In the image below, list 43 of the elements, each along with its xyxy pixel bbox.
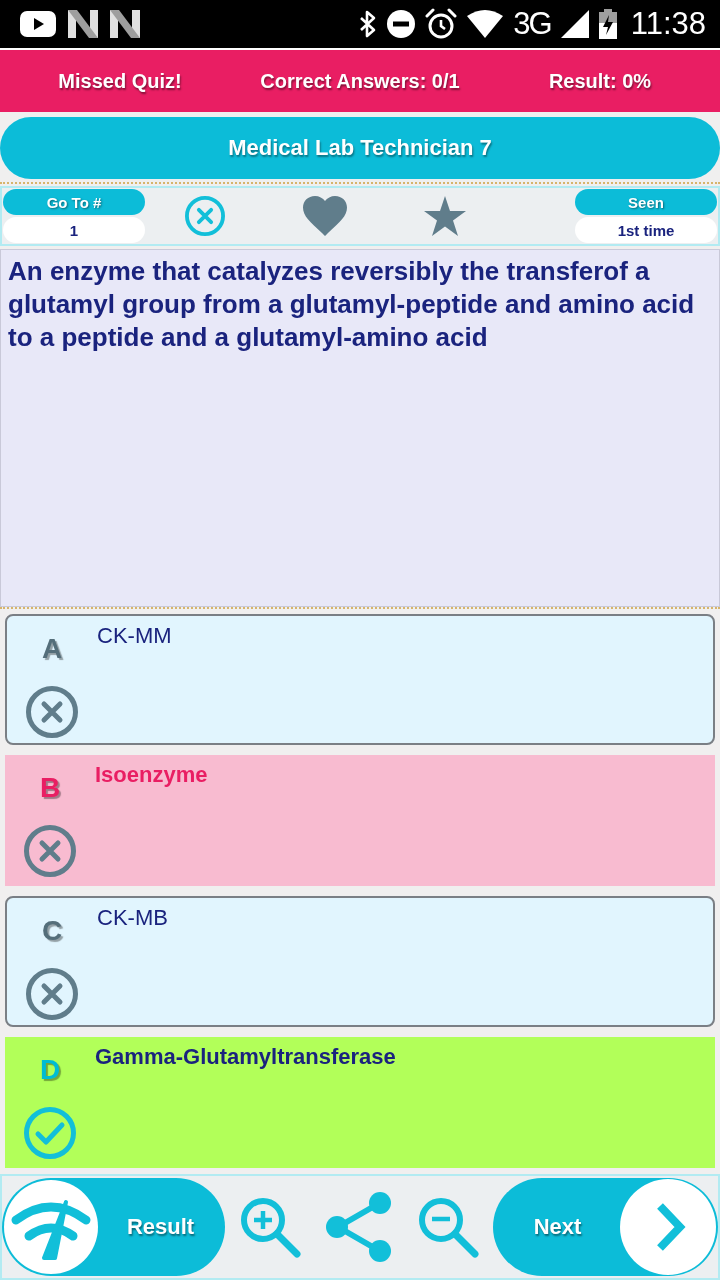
status-time: 11:38 (630, 6, 706, 42)
seen-label: Seen (575, 189, 717, 215)
quiz-title: Medical Lab Technician 7 (0, 117, 720, 179)
n-logo-icon (110, 10, 140, 38)
option-text: CK-MM (97, 622, 173, 650)
question-text: An enzyme that catalyzes reversibly the transferof a glutamyl group from a glutamyl-peptide and amino acid to a peptide and a glutamyl-amino acid (8, 255, 696, 354)
goto-label: Go To # (3, 189, 145, 215)
option-text: CK-MB (97, 904, 169, 932)
seen-count: 1st time (575, 217, 717, 243)
wifi-icon (467, 10, 504, 38)
zoom-in-icon[interactable] (238, 1196, 301, 1258)
x-circle-icon (26, 686, 78, 738)
network-type: 3G (513, 6, 551, 42)
cell-signal-icon (560, 10, 589, 38)
x-circle-icon (24, 825, 76, 877)
option-text: Isoenzyme (95, 761, 209, 789)
close-icon[interactable] (185, 196, 225, 236)
gauge-icon (4, 1180, 98, 1274)
correct-answers: Correct Answers: 0/1 (260, 69, 460, 93)
chevron-right-icon (620, 1179, 716, 1275)
alarm-clock-icon (425, 8, 458, 40)
option-letter: A (41, 632, 63, 666)
check-circle-icon (24, 1107, 76, 1159)
n-logo-icon (68, 10, 98, 38)
zoom-out-icon[interactable] (417, 1196, 480, 1258)
share-icon[interactable] (326, 1192, 392, 1262)
option-letter: B (39, 771, 61, 805)
quiz-status: Missed Quiz! (58, 69, 182, 93)
x-circle-icon (26, 968, 78, 1020)
result-percent: Result: 0% (548, 69, 652, 93)
star-icon[interactable] (424, 196, 466, 236)
option-text: Gamma-Glutamyltransferase (95, 1043, 397, 1071)
heart-icon[interactable] (303, 196, 347, 236)
battery-charging-icon (598, 9, 617, 39)
answer-option[interactable]: C CK-MB (5, 896, 715, 1027)
option-letter: C (41, 914, 63, 948)
do-not-disturb-icon (387, 10, 416, 38)
answer-option[interactable]: A CK-MM (5, 614, 715, 745)
goto-field[interactable]: 1 (3, 217, 145, 243)
play-logo-icon (20, 11, 56, 37)
answer-option[interactable]: D Gamma-Glutamyltransferase (5, 1037, 715, 1168)
bluetooth-icon (359, 10, 378, 38)
option-letter: D (39, 1053, 61, 1087)
